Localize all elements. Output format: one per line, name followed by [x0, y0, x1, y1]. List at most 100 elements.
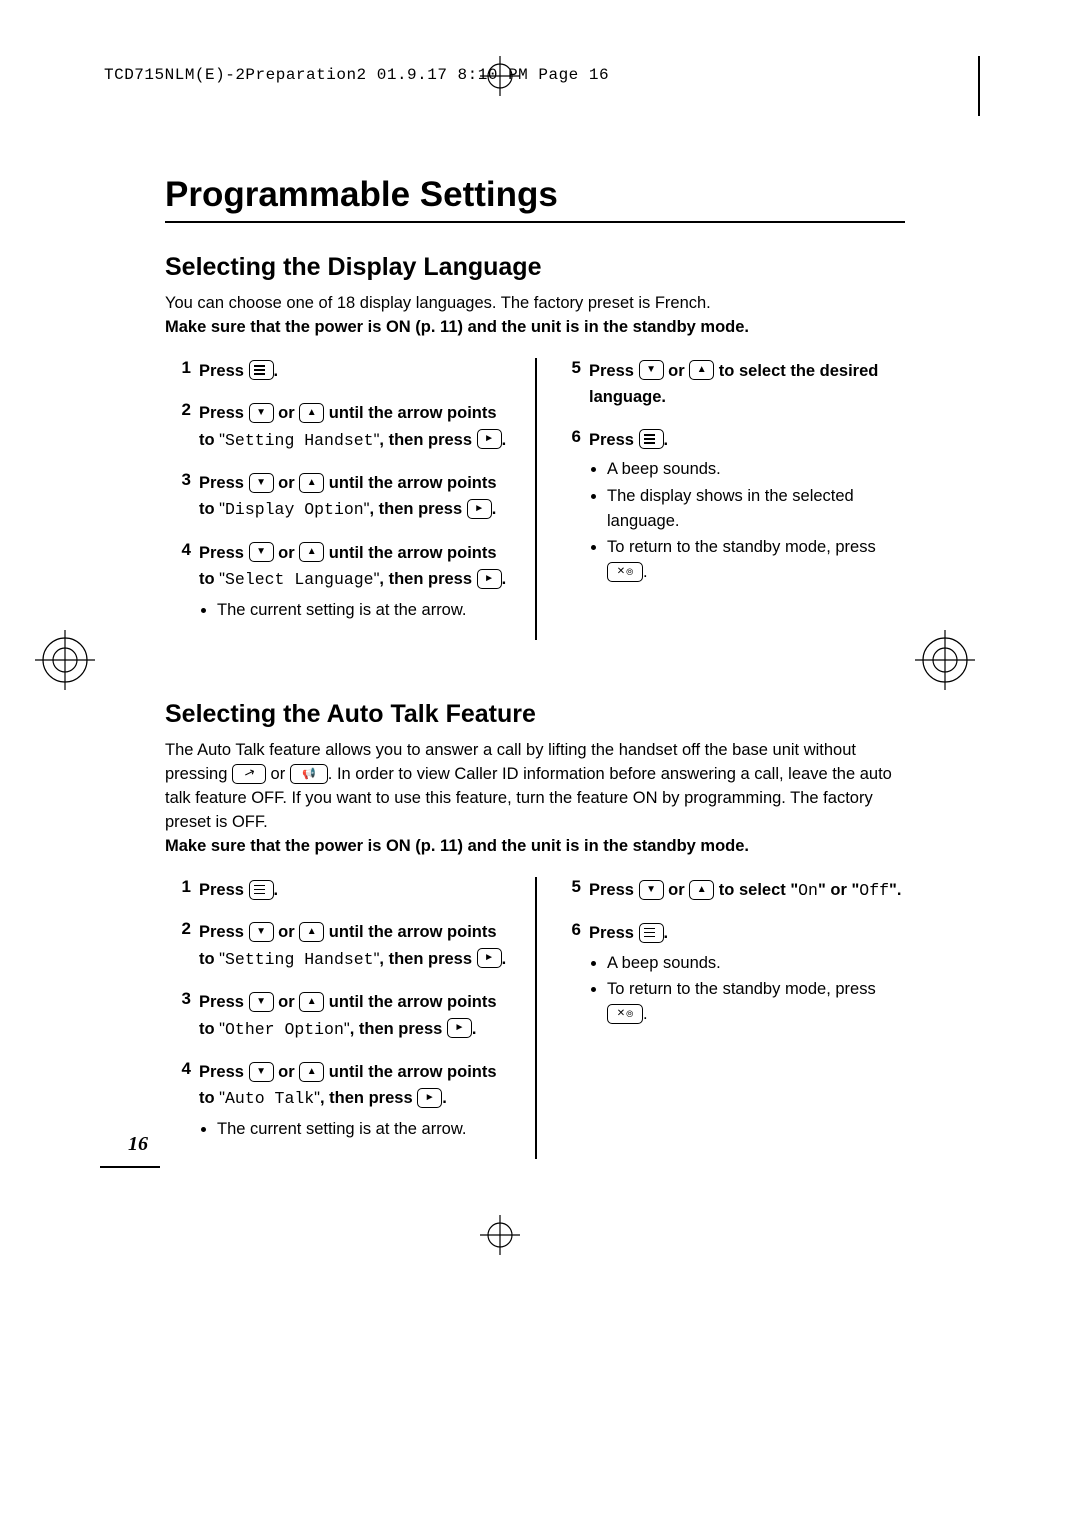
t: . — [472, 1020, 477, 1038]
t: or — [266, 765, 290, 783]
t: . — [274, 881, 279, 899]
step-5: 5 Press or to select the desired languag… — [555, 358, 905, 411]
step-body: Press . — [199, 877, 278, 903]
up-button-icon — [299, 992, 324, 1012]
step-body: Press or until the arrow points to "Sett… — [199, 919, 515, 973]
step-2: 2 Press or until the arrow points to "Se… — [165, 400, 515, 454]
right-button-icon — [417, 1088, 442, 1108]
step-number: 3 — [165, 989, 191, 1009]
t: Press — [199, 474, 249, 492]
registration-mark-bottom-icon — [480, 1215, 520, 1255]
steps-left-column: 1 Press . 2 Press or until the arrow poi… — [165, 358, 535, 640]
step-4: 4 Press or until the arrow points to "Se… — [165, 540, 515, 625]
step-body: Press or to select "On" or "Off". — [589, 877, 901, 904]
speaker-button-icon — [290, 764, 328, 784]
step-body: Press or until the arrow points to "Sele… — [199, 540, 515, 625]
t: To return to the standby mode, press — [607, 538, 876, 556]
t: , then press — [379, 431, 476, 449]
step-number: 2 — [165, 919, 191, 939]
step-bullets: A beep sounds. To return to the standby … — [607, 951, 876, 1027]
page-number: 16 — [128, 1133, 148, 1156]
option-off: Off — [859, 881, 889, 900]
t: or — [274, 544, 300, 562]
bullet-item: The display shows in the selected langua… — [607, 484, 905, 534]
t: . — [502, 431, 507, 449]
step-4: 4 Press or until the arrow points to "Au… — [165, 1059, 515, 1144]
step-bullets: A beep sounds. The display shows in the … — [607, 457, 905, 585]
step-1: 1 Press . — [165, 358, 515, 384]
t: Press — [199, 544, 249, 562]
up-button-icon — [299, 542, 324, 562]
step-text: . — [274, 362, 279, 380]
down-button-icon — [249, 922, 274, 942]
step-2: 2 Press or until the arrow points to "Se… — [165, 919, 515, 973]
t: Press — [589, 431, 639, 449]
step-body: Press . — [199, 358, 278, 384]
print-header: TCD715NLM(E)-2Preparation2 01.9.17 8:10 … — [104, 66, 609, 84]
step-number: 5 — [555, 358, 581, 378]
down-button-icon — [639, 880, 664, 900]
standby-note: Make sure that the power is ON (p. 11) a… — [165, 837, 749, 855]
up-button-icon — [299, 473, 324, 493]
t: , then press — [379, 570, 476, 588]
menu-button-icon — [249, 880, 274, 900]
step-number: 5 — [555, 877, 581, 897]
bullet-item: To return to the standby mode, press . — [607, 977, 876, 1027]
down-button-icon — [639, 360, 664, 380]
t: ". — [889, 881, 901, 899]
t: To return to the standby mode, press — [607, 980, 876, 998]
t: Press — [199, 881, 249, 899]
bullet-item: A beep sounds. — [607, 951, 876, 976]
t: or — [274, 923, 300, 941]
t: Press — [589, 924, 639, 942]
menu-button-icon — [249, 360, 274, 380]
t: . — [502, 570, 507, 588]
menu-option: Setting Handset — [225, 950, 374, 969]
steps-columns-2: 1 Press . 2 Press or until the arrow poi… — [165, 877, 905, 1159]
intro-text: You can choose one of 18 display languag… — [165, 292, 905, 340]
registration-mark-right-icon — [910, 625, 980, 695]
menu-option: Display Option — [225, 500, 364, 519]
off-button-icon — [607, 1004, 643, 1024]
steps-right-column: 5 Press or to select the desired languag… — [535, 358, 905, 640]
crop-mark-top-right-icon — [978, 56, 980, 116]
t: . — [442, 1089, 447, 1107]
step-number: 6 — [555, 427, 581, 447]
t: or — [274, 1063, 300, 1081]
t: " or " — [818, 881, 859, 899]
down-button-icon — [249, 542, 274, 562]
right-button-icon — [477, 429, 502, 449]
t: Press — [589, 881, 639, 899]
standby-note: Make sure that the power is ON (p. 11) a… — [165, 316, 905, 340]
t: Press — [199, 993, 249, 1011]
menu-button-icon — [639, 429, 664, 449]
step-body: Press or until the arrow points to "Othe… — [199, 989, 515, 1043]
step-number: 1 — [165, 877, 191, 897]
menu-option: Setting Handset — [225, 431, 374, 450]
menu-option: Auto Talk — [225, 1089, 314, 1108]
registration-mark-left-icon — [30, 625, 100, 695]
right-button-icon — [477, 569, 502, 589]
up-button-icon — [299, 922, 324, 942]
step-body: Press or until the arrow points to "Disp… — [199, 470, 515, 524]
step-number: 3 — [165, 470, 191, 490]
talk-button-icon — [232, 764, 266, 784]
t: or — [274, 993, 300, 1011]
bullet-item: The current setting is at the arrow. — [217, 598, 515, 623]
step-number: 1 — [165, 358, 191, 378]
step-6: 6 Press . A beep sounds. The display sho… — [555, 427, 905, 587]
step-number: 4 — [165, 540, 191, 560]
step-number: 4 — [165, 1059, 191, 1079]
down-button-icon — [249, 403, 274, 423]
t: or — [664, 362, 690, 380]
steps-left-column: 1 Press . 2 Press or until the arrow poi… — [165, 877, 535, 1159]
step-text: Press — [199, 362, 249, 380]
step-bullets: The current setting is at the arrow. — [217, 598, 515, 623]
column-divider — [535, 358, 537, 640]
t: . — [502, 950, 507, 968]
column-divider — [535, 877, 537, 1159]
t: Press — [199, 923, 249, 941]
step-body: Press or until the arrow points to "Auto… — [199, 1059, 515, 1144]
t: . — [664, 431, 669, 449]
t: . — [664, 924, 669, 942]
